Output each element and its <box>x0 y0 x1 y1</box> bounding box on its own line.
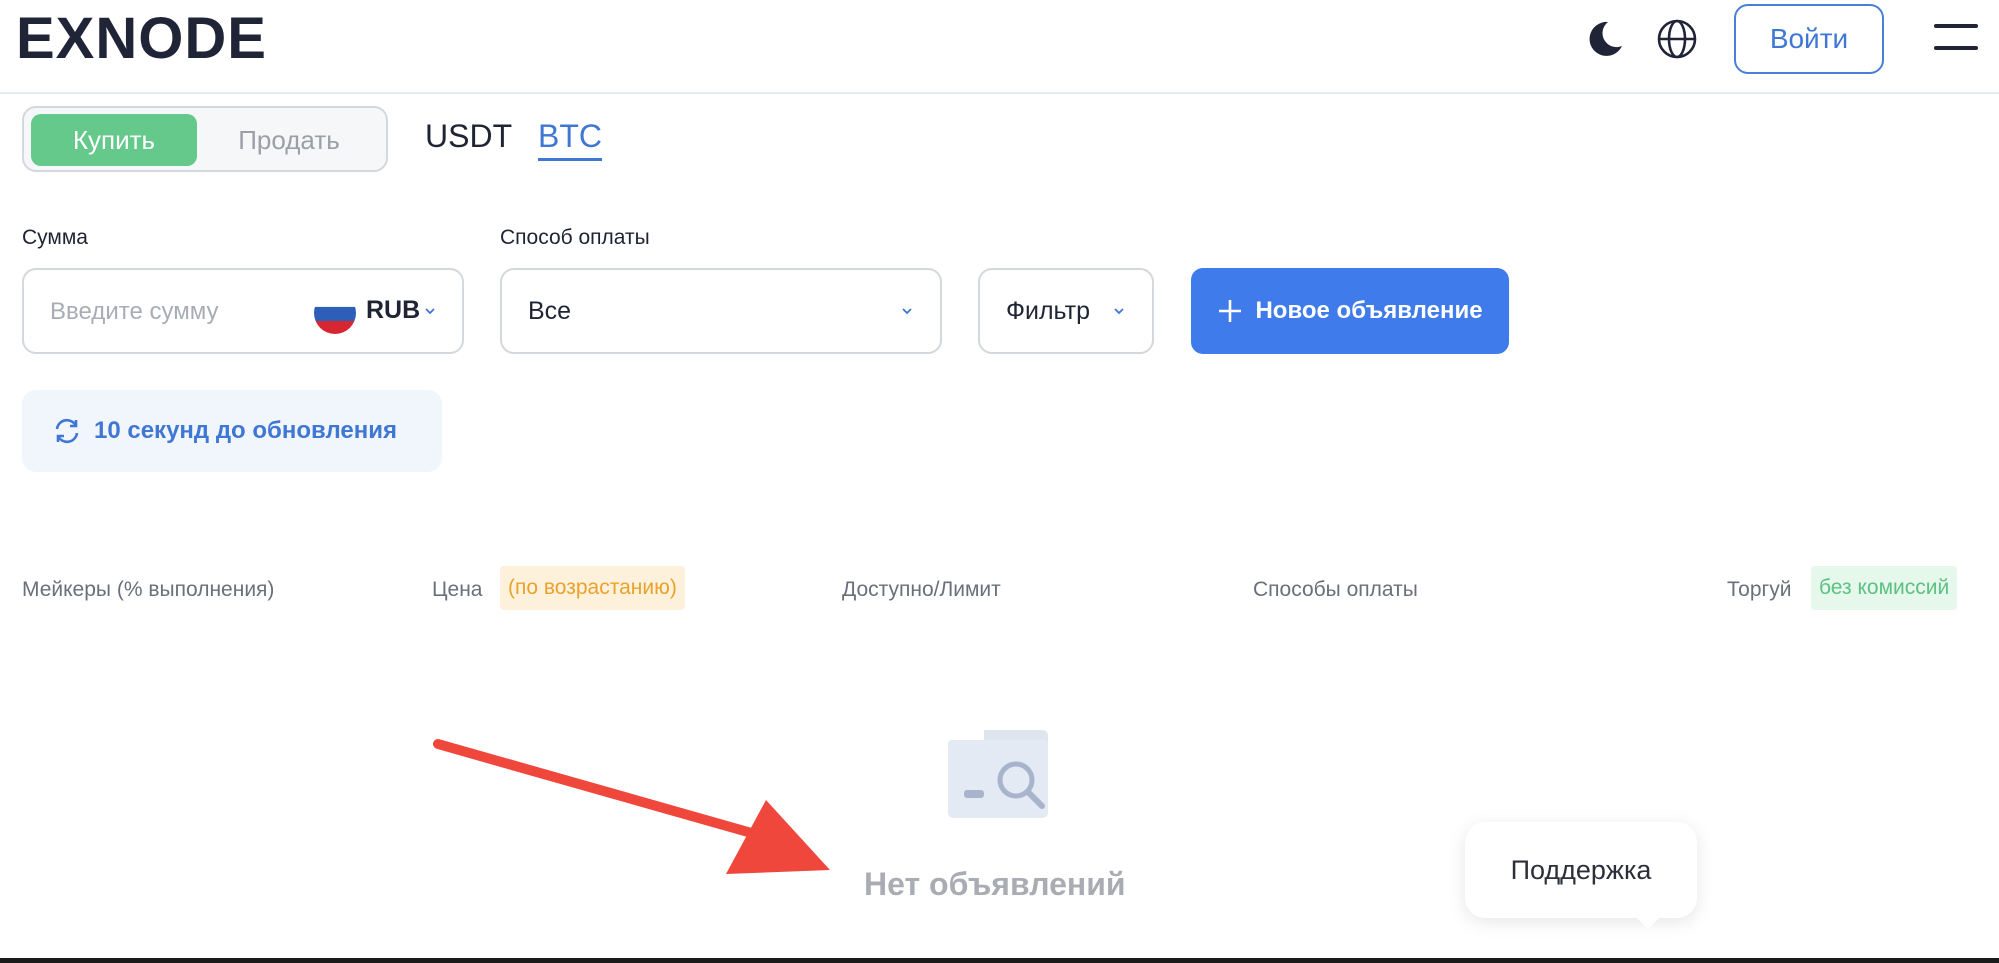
support-label: Поддержка <box>1510 854 1652 885</box>
currency-select[interactable]: RUB <box>366 296 420 325</box>
support-button[interactable]: Поддержка <box>1465 822 1697 918</box>
buy-tab[interactable]: Купить <box>31 114 197 166</box>
top-header: EXNODE Войти <box>0 0 1999 94</box>
col-price: Цена <box>432 578 483 601</box>
sell-tab[interactable]: Продать <box>214 114 364 166</box>
amount-input[interactable]: Введите сумму <box>50 298 218 326</box>
filter-button[interactable]: Фильтр <box>978 268 1154 354</box>
plus-icon <box>1219 300 1242 322</box>
payment-method-value: Все <box>528 297 572 325</box>
coin-tab-usdt[interactable]: USDT <box>425 116 512 156</box>
theme-toggle-button[interactable] <box>1582 16 1628 62</box>
new-ad-button[interactable]: Новое объявление <box>1191 268 1509 354</box>
filter-label: Фильтр <box>1006 297 1090 325</box>
chevron-down-icon <box>1114 308 1124 315</box>
support-bubble-tail <box>1632 913 1664 929</box>
menu-button[interactable] <box>1934 22 1978 52</box>
col-makers: Мейкеры (% выполнения) <box>22 578 275 601</box>
globe-icon <box>1657 19 1697 59</box>
russia-flag-icon <box>314 292 356 334</box>
amount-field[interactable]: Введите сумму RUB <box>22 268 464 354</box>
coin-tab-btc[interactable]: BTC <box>538 116 602 161</box>
no-fee-badge: без комиссий <box>1811 566 1958 610</box>
col-payment-methods: Способы оплаты <box>1253 578 1418 601</box>
empty-state-text: Нет объявлений <box>864 866 1126 902</box>
price-sort-badge[interactable]: (по возрастанию) <box>500 566 685 610</box>
trade-type-toggle: Купить Продать <box>22 106 388 172</box>
refresh-timer[interactable]: 10 секунд до обновления <box>22 390 442 472</box>
payment-method-select[interactable]: Все <box>500 268 942 354</box>
annotation-arrow <box>433 739 830 874</box>
col-available-limit: Доступно/Лимит <box>842 578 1001 601</box>
refresh-icon <box>55 418 79 444</box>
chevron-down-icon <box>902 308 912 315</box>
amount-label: Сумма <box>22 226 88 249</box>
language-button[interactable] <box>1654 16 1700 62</box>
login-label: Войти <box>1769 23 1849 54</box>
payment-method-label: Способ оплаты <box>500 226 650 249</box>
logo-text: EXNODE <box>16 6 267 71</box>
refresh-text: 10 секунд до обновления <box>94 417 397 444</box>
exnode-logo[interactable]: EXNODE <box>16 8 267 70</box>
login-button[interactable]: Войти <box>1734 4 1884 74</box>
moon-icon <box>1589 21 1622 56</box>
bottom-border <box>0 958 1999 963</box>
hamburger-icon <box>1934 24 1978 28</box>
folder-search-icon <box>948 730 1048 818</box>
new-ad-label: Новое объявление <box>1255 297 1483 324</box>
col-trade: Торгуй <box>1727 578 1792 601</box>
hamburger-icon-line <box>1934 46 1978 50</box>
chevron-down-icon <box>425 308 435 315</box>
